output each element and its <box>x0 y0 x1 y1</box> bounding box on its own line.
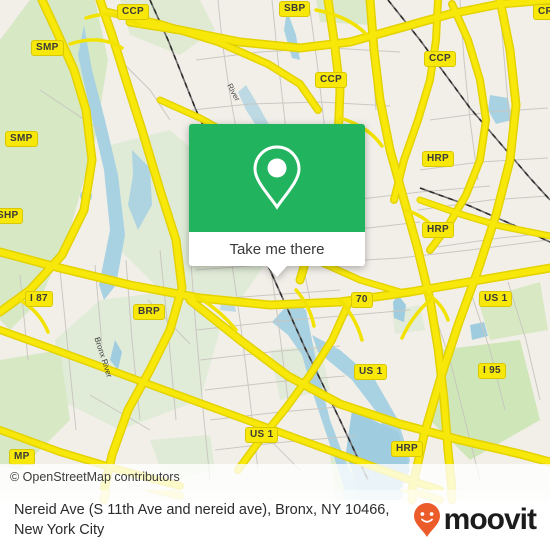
shield-hrp-2: HRP <box>422 222 455 238</box>
shield-smp-1: SMP <box>31 40 64 56</box>
address-text: Nereid Ave (S 11th Ave and nereid ave), … <box>14 502 390 538</box>
take-me-there-label: Take me there <box>229 240 325 258</box>
shield-us1-2: US 1 <box>354 364 388 380</box>
footer-bar: Nereid Ave (S 11th Ave and nereid ave), … <box>0 490 550 550</box>
shield-us1-1: US 1 <box>479 291 513 307</box>
moovit-wordmark: moovit <box>443 503 537 536</box>
shield-ccp-2: CCP <box>424 51 457 67</box>
moovit-logo: moovit <box>412 502 537 538</box>
shield-70-1: 70 <box>351 292 373 308</box>
attribution-text: © OpenStreetMap contributors <box>10 470 180 484</box>
take-me-there-button[interactable]: Take me there <box>189 232 365 266</box>
shield-shp-1: SHP <box>0 208 24 224</box>
map-attribution: © OpenStreetMap contributors <box>0 464 550 490</box>
shield-i95-1: I 95 <box>478 363 506 379</box>
shield-ccp-3: CCP <box>315 72 348 88</box>
shield-i87-1: I 87 <box>25 291 53 307</box>
shield-smp-2: SMP <box>5 131 38 147</box>
location-popup-card[interactable]: Take me there <box>189 124 365 277</box>
moovit-pin-icon <box>413 503 440 537</box>
shield-sbp-1: SBP <box>279 1 311 17</box>
shield-us1-3: US 1 <box>245 427 279 443</box>
popup-pointer-tail <box>267 266 287 277</box>
map-pin-icon <box>253 145 301 210</box>
shield-hrp-1: HRP <box>422 151 455 167</box>
shield-mp-1: MP <box>9 449 35 465</box>
shield-brp-1: BRP <box>133 304 166 320</box>
shield-cr-1: CR <box>533 4 550 20</box>
popup-header <box>189 124 365 232</box>
shield-hrp-3: HRP <box>391 441 424 457</box>
screenshot-root: River Bronx River CCP SBP CR SMP CCP CCP… <box>0 0 550 550</box>
shield-ccp-1: CCP <box>117 4 150 20</box>
